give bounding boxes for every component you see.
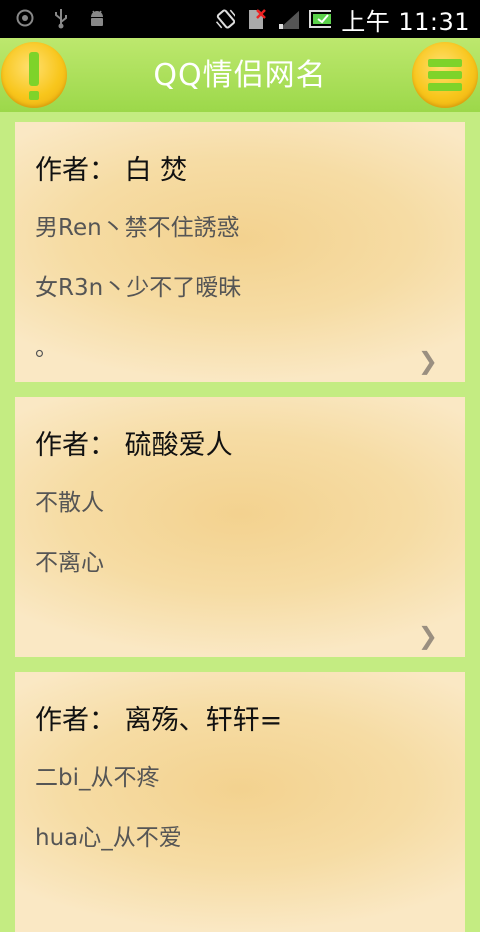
- nickname-female: hua心_从不爱: [35, 825, 182, 851]
- clock: 上午 11:31: [341, 7, 470, 36]
- page-title: QQ情侣网名: [153, 58, 327, 93]
- usb-icon: [50, 7, 72, 29]
- status-bar: 上午 11:31: [0, 0, 480, 38]
- nickname-male: 二bi_从不疼: [35, 765, 160, 791]
- status-left-icons: [14, 7, 108, 29]
- nickname-female: 女R3n丶少不了暧昧: [35, 275, 242, 301]
- android-debug-icon: [86, 7, 108, 29]
- chevron-right-icon: ❯: [417, 622, 438, 650]
- menu-button[interactable]: [412, 42, 478, 108]
- list-item[interactable]: 作者： 白 焚 男Ren丶禁不住誘惑 女R3n丶少不了暧昧 。 ❯: [15, 122, 465, 382]
- list-item[interactable]: 作者： 硫酸爱人 不散人 不离心 ❯: [15, 397, 465, 657]
- nickname-male: 不散人: [35, 490, 104, 516]
- record-icon: [14, 7, 36, 29]
- author-label: 作者： 离殇、轩轩=: [35, 705, 283, 736]
- app-header: QQ情侣网名: [0, 38, 480, 112]
- author-label: 作者： 硫酸爱人: [35, 430, 233, 461]
- status-right-icons: 上午 11:31: [213, 4, 470, 36]
- nickname-male: 男Ren丶禁不住誘惑: [35, 215, 240, 241]
- chevron-right-icon: ❯: [417, 347, 438, 375]
- signal-icon: [277, 8, 300, 30]
- vibrate-icon: [213, 8, 236, 30]
- list-item[interactable]: 作者： 离殇、轩轩= 二bi_从不疼 hua心_从不爱: [15, 672, 465, 932]
- author-label: 作者： 白 焚: [35, 155, 188, 186]
- info-button[interactable]: [1, 42, 67, 108]
- no-sim-icon: [245, 8, 267, 30]
- nickname-extra: 。: [35, 335, 58, 361]
- nickname-female: 不离心: [35, 550, 104, 576]
- battery-icon: [309, 8, 332, 30]
